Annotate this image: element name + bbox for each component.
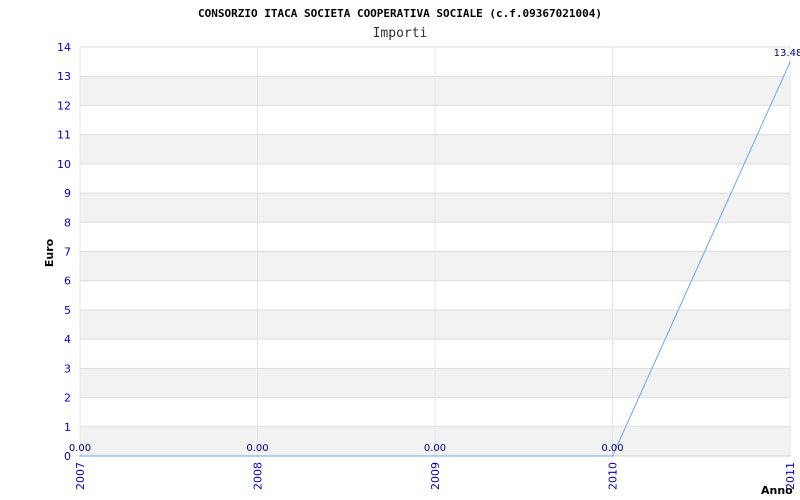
x-tick-label: 2009 [429, 462, 442, 490]
y-tick-label: 2 [64, 392, 71, 405]
y-tick-label: 12 [57, 99, 71, 112]
data-point [611, 455, 614, 457]
x-tick-label: 2007 [74, 462, 87, 490]
y-tick-label: 5 [64, 304, 71, 317]
data-point [789, 61, 791, 63]
x-axis-label: Anno [761, 484, 793, 497]
data-label: 13.48 [774, 48, 800, 59]
y-tick-label: 9 [64, 187, 71, 200]
y-tick-label: 1 [64, 421, 71, 434]
data-label: 0.00 [424, 443, 446, 454]
data-label: 0.00 [246, 443, 268, 454]
chart-title: CONSORZIO ITACA SOCIETA COOPERATIVA SOCI… [198, 7, 602, 20]
data-point [79, 455, 81, 457]
y-tick-label: 6 [64, 275, 71, 288]
y-tick-label: 10 [57, 158, 71, 171]
data-point [434, 455, 436, 457]
y-tick-label: 11 [57, 129, 71, 142]
y-tick-label: 14 [57, 41, 71, 54]
chart-container: 0 1 2 3 4 5 6 7 8 9 10 11 12 13 14 2007 2008 2009 2010 201… [0, 0, 800, 500]
y-axis-label: Euro [43, 238, 56, 267]
y-tick-label: 3 [64, 362, 71, 375]
y-tick-label: 7 [64, 246, 71, 259]
x-tick-label: 2008 [252, 462, 265, 490]
y-axis-ticks: 01234567891011121314 [57, 41, 71, 463]
y-tick-label: 4 [64, 333, 71, 346]
data-label: 0.00 [69, 443, 91, 454]
chart-subtitle: Importi [373, 26, 428, 41]
data-point [256, 455, 259, 457]
data-label: 0.00 [601, 443, 623, 454]
y-tick-label: 8 [64, 216, 71, 229]
line-chart: 01234567891011121314 2007 2008 2009 2010 201… [43, 7, 800, 497]
y-tick-label: 13 [57, 70, 71, 83]
x-tick-label: 2010 [607, 462, 620, 490]
